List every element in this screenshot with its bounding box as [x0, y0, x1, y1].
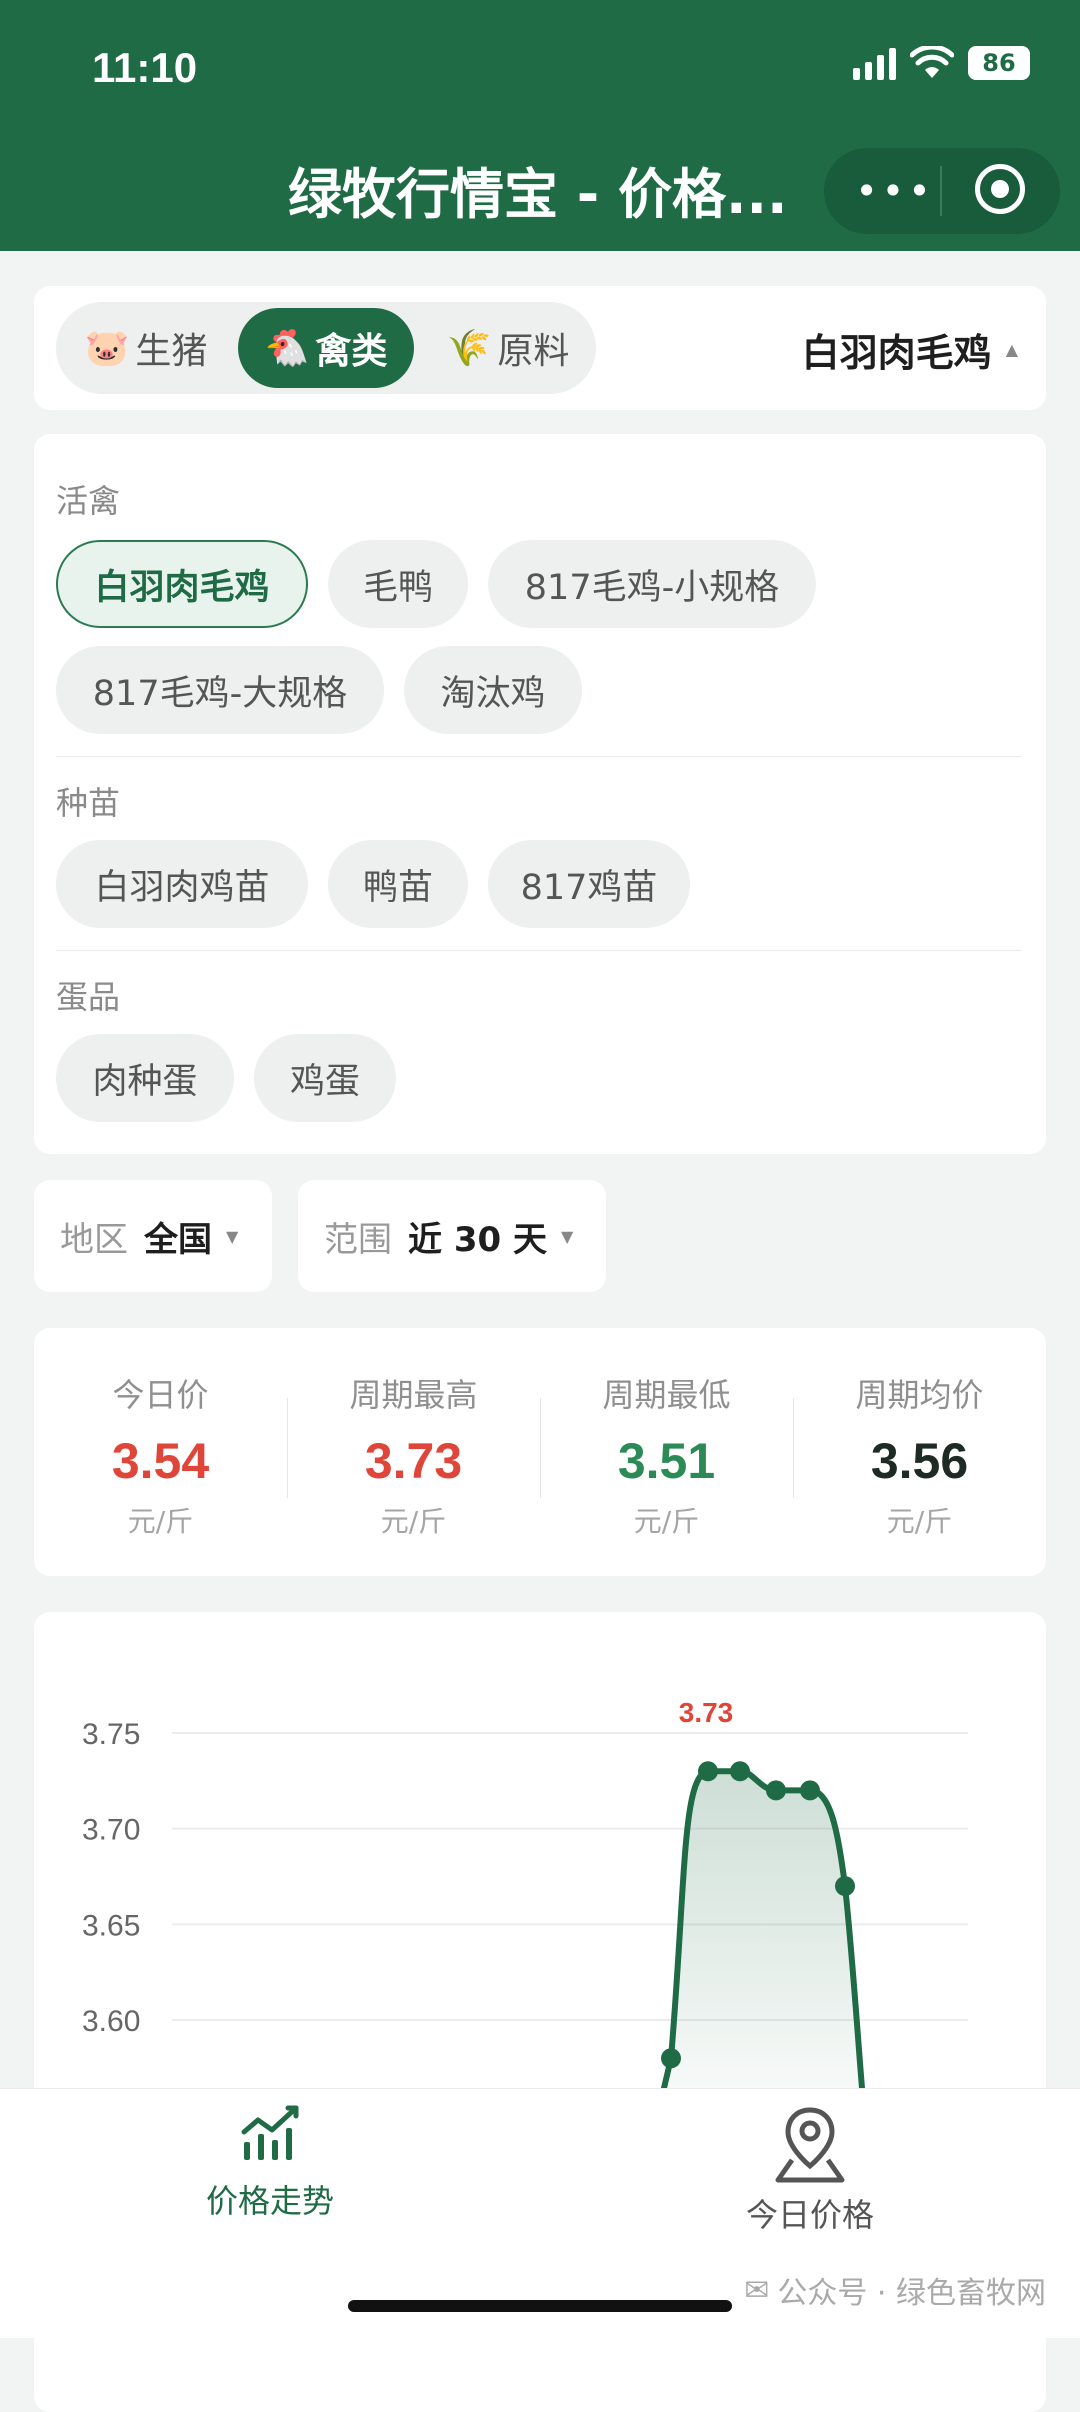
watermark: ✉ 公众号 · 绿色畜牧网	[744, 2268, 1046, 2312]
y-tick-label: 3.75	[82, 1718, 140, 1751]
data-point	[730, 1761, 750, 1782]
nav-today-price[interactable]: 今日价格	[660, 2104, 960, 2236]
data-point	[661, 2048, 681, 2069]
watermark-text: 公众号 · 绿色畜牧网	[777, 2276, 1046, 2311]
y-tick-label: 3.60	[82, 2005, 140, 2038]
nav-price-trend[interactable]: 价格走势	[120, 2104, 420, 2222]
map-pin-icon	[775, 2107, 845, 2183]
chart-icon	[241, 2105, 299, 2160]
y-tick-label: 3.70	[82, 1814, 140, 1847]
y-tick-label: 3.65	[82, 1909, 140, 1942]
data-point	[698, 1761, 718, 1782]
data-point	[800, 1780, 820, 1801]
home-indicator	[348, 2300, 732, 2312]
nav-label: 价格走势	[205, 2182, 334, 2220]
data-point	[766, 1780, 786, 1801]
price-trend-chart: 3.75 3.70 3.65 3.60 3.73	[82, 1697, 968, 2088]
wechat-icon: ✉	[744, 2272, 770, 2308]
data-point	[835, 1876, 855, 1897]
nav-label: 今日价格	[745, 2196, 874, 2234]
peak-data-label: 3.73	[679, 1697, 734, 1728]
